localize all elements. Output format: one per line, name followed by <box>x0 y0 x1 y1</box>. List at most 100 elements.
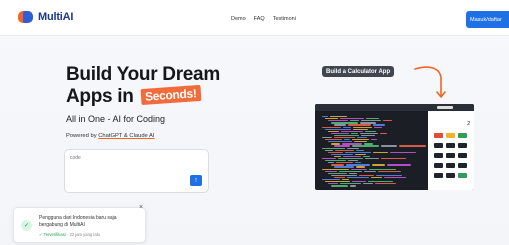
code-line <box>357 137 367 139</box>
code-line <box>365 130 376 132</box>
hero-highlight-badge: Seconds! <box>140 84 201 106</box>
login-button[interactable]: Masuk/daftar <box>466 11 509 28</box>
hero-title-line1: Build Your Dream <box>66 64 220 85</box>
check-circle-icon: ✓ <box>21 220 32 231</box>
code-line <box>328 120 348 122</box>
calc-key <box>446 163 455 168</box>
code-line <box>363 183 373 185</box>
code-line <box>355 162 361 164</box>
code-line <box>348 160 358 162</box>
code-line <box>381 158 406 160</box>
code-line <box>361 134 375 137</box>
code-line <box>353 128 368 130</box>
code-line <box>342 179 349 181</box>
prompt-input[interactable]: code ↑ <box>64 149 209 193</box>
code-line <box>360 122 376 124</box>
code-line <box>325 160 346 162</box>
code-line <box>325 181 350 183</box>
code-line <box>336 162 353 164</box>
code-line <box>341 130 363 132</box>
code-line <box>381 145 397 147</box>
calc-key <box>446 133 455 138</box>
code-line <box>334 155 341 158</box>
code-line <box>352 145 379 147</box>
code-line <box>328 141 352 143</box>
code-line <box>347 176 369 179</box>
toast-message-line1: Pengguna dari Indonesia baru saja <box>39 215 117 221</box>
nav-demo[interactable]: Demo <box>231 16 246 22</box>
toast-message-line2: bergabung di MultiAI <box>39 222 85 228</box>
code-line <box>360 132 378 135</box>
code-line <box>376 174 402 177</box>
code-line <box>339 170 362 172</box>
hero-title: Build Your Dream Apps in Seconds! <box>66 64 220 108</box>
calc-key <box>434 173 443 178</box>
code-line <box>345 151 371 153</box>
calc-display: 2 <box>467 121 470 127</box>
curved-arrow-icon <box>414 66 446 98</box>
code-line <box>353 126 372 128</box>
calculator-preview: 2 <box>428 111 474 190</box>
code-line <box>359 174 374 177</box>
code-line <box>331 153 353 156</box>
code-line <box>364 170 376 172</box>
code-line <box>338 158 363 160</box>
brand-logo[interactable]: MultiAI <box>18 10 73 24</box>
code-line <box>328 151 343 153</box>
hero-title-prefix: Apps in <box>66 86 134 107</box>
arrow-up-icon: ↑ <box>194 177 198 184</box>
code-line <box>348 124 371 126</box>
signup-toast: ✓ Pengguna dari Indonesia baru saja berg… <box>13 207 146 243</box>
code-line <box>322 147 345 149</box>
code-line <box>328 183 338 185</box>
code-line <box>325 170 337 172</box>
powered-links[interactable]: ChatGPT & Claude AI <box>98 133 154 139</box>
code-line <box>366 118 379 120</box>
code-line <box>369 168 396 170</box>
code-line <box>322 126 341 128</box>
code-line <box>383 120 392 122</box>
code-line <box>325 118 338 120</box>
calc-key <box>434 143 443 148</box>
code-editor-preview <box>318 114 426 188</box>
calc-key <box>446 153 455 158</box>
code-line <box>351 132 358 135</box>
code-line <box>342 143 362 145</box>
code-line <box>334 134 359 137</box>
main-nav: Demo FAQ Testimoni <box>231 16 296 22</box>
code-line <box>322 137 332 139</box>
code-line <box>374 126 382 128</box>
code-line <box>343 126 351 128</box>
powered-by: Powered by ChatGPT & Claude AI <box>66 133 155 139</box>
nav-faq[interactable]: FAQ <box>254 16 265 22</box>
code-line <box>334 124 346 126</box>
code-line <box>384 176 406 179</box>
code-line <box>331 122 358 124</box>
logo-icon <box>18 10 34 24</box>
calc-key <box>434 133 443 138</box>
code-line <box>350 120 359 122</box>
code-line <box>322 168 349 170</box>
code-line <box>351 168 367 170</box>
hero-title-line2: Apps in Seconds! <box>66 84 220 108</box>
prompt-placeholder: code <box>70 155 81 161</box>
toast-time: 22 jam yang lalu <box>69 232 100 237</box>
code-line <box>325 128 351 130</box>
brand-name: MultiAI <box>38 11 74 23</box>
code-line <box>352 139 369 141</box>
code-line <box>356 149 364 151</box>
code-line <box>322 179 340 181</box>
calc-key <box>446 173 455 178</box>
code-line <box>371 176 382 179</box>
calc-key <box>458 133 467 138</box>
demo-preview-window: 2 <box>315 104 474 190</box>
calc-key <box>446 143 455 148</box>
code-line <box>343 155 361 158</box>
send-button[interactable]: ↑ <box>190 175 202 186</box>
code-line <box>387 164 411 166</box>
calc-key <box>458 153 467 158</box>
nav-testimoni[interactable]: Testimoni <box>273 16 296 22</box>
code-line <box>355 153 366 156</box>
close-icon[interactable]: × <box>139 204 143 211</box>
toast-meta: ✓ Terverifikasi · 22 jam yang lalu <box>39 232 100 237</box>
